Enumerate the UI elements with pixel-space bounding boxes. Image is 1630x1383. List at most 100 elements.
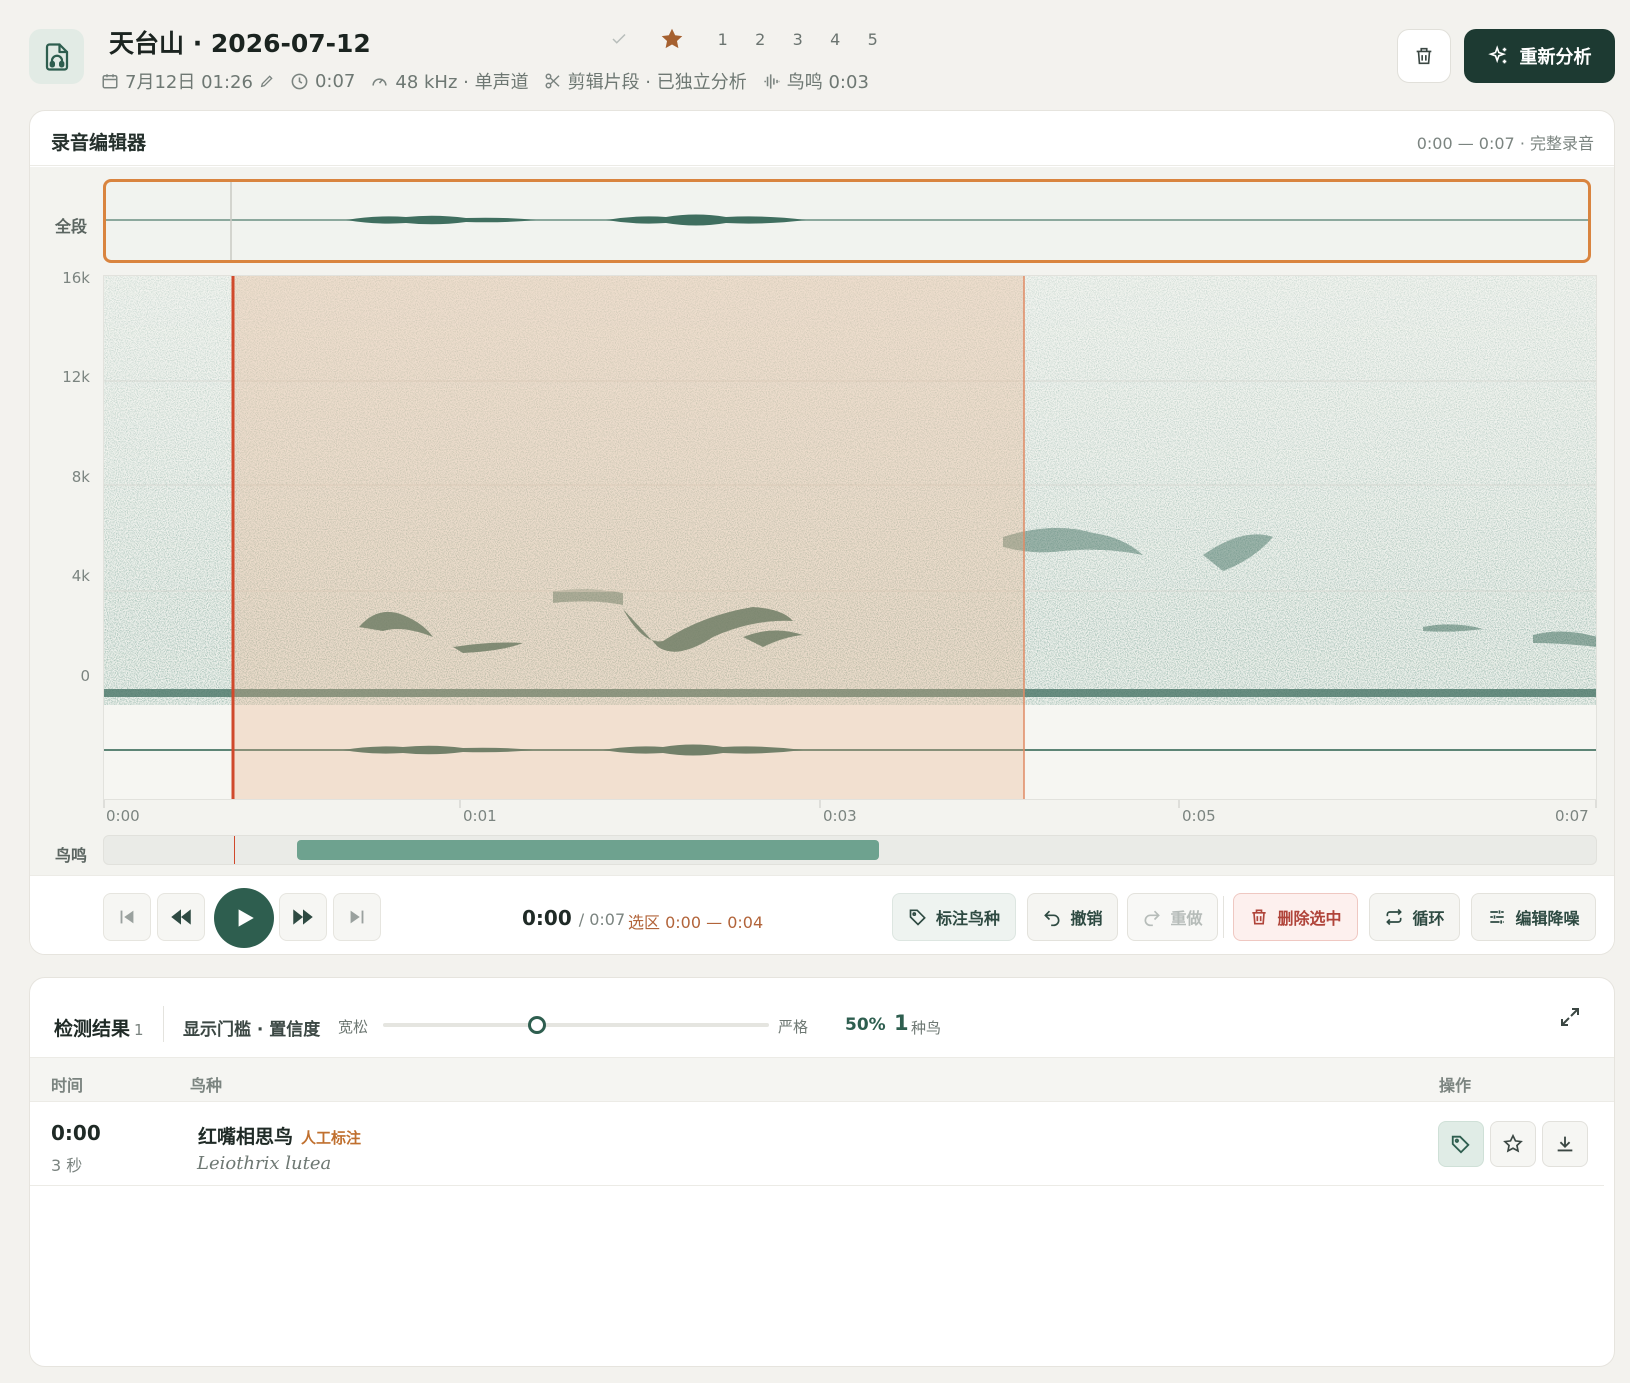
skip-start-button[interactable]	[103, 893, 151, 941]
detection-results: 检测结果 1 显示门槛 · 置信度 宽松 严格 50% 1 种鸟 时间 鸟种 操作…	[29, 977, 1615, 1367]
edit-denoise-label: 编辑降噪	[1515, 909, 1580, 928]
rewind-button[interactable]	[157, 893, 205, 941]
slider-knob[interactable]	[528, 1016, 547, 1034]
loop-label: 循环	[1412, 909, 1445, 928]
overview-wave-blob	[346, 215, 536, 225]
calendar-icon	[102, 74, 118, 89]
editor-range-info: 0:00 — 0:07 · 完整录音	[1416, 134, 1594, 153]
expand-icon[interactable]	[1558, 1005, 1582, 1029]
freq-label-4k: 4k	[71, 567, 90, 585]
rewind-icon	[171, 909, 191, 925]
confidence-slider[interactable]	[383, 1016, 769, 1034]
row-species-name: 红嘴相思鸟 人工标注	[198, 1122, 361, 1149]
recording-meta: 7月12日 01:26 0:07 48 kHz · 单声道 剪辑片段 · 已独立…	[101, 68, 869, 94]
time-label-2: 0:03	[823, 807, 857, 825]
clip-meta: 剪辑片段 · 已独立分析	[544, 68, 747, 94]
row-tag-button[interactable]	[1438, 1121, 1484, 1167]
time-label-3: 0:05	[1182, 807, 1216, 825]
spectrogram[interactable]	[103, 275, 1597, 800]
row-favorite-button[interactable]	[1490, 1121, 1536, 1167]
format-text: 48 kHz · 单声道	[395, 72, 529, 93]
check-icon[interactable]	[605, 30, 633, 48]
col-actions: 操作	[1439, 1076, 1472, 1095]
skip-end-icon	[350, 910, 364, 924]
current-time: 0:00	[522, 906, 572, 930]
results-title-text: 检测结果	[54, 1018, 131, 1040]
skip-end-button[interactable]	[333, 893, 381, 941]
species-unit: 种鸟	[911, 1019, 942, 1037]
redo-button[interactable]: 重做	[1127, 893, 1218, 941]
results-count: 1	[134, 1021, 144, 1039]
rating-bar: 1 2 3 4 5	[605, 26, 892, 52]
date-text: 7月12日 01:26	[125, 72, 253, 93]
reanalyze-button[interactable]: 重新分析	[1464, 29, 1615, 83]
fast-forward-button[interactable]	[279, 893, 327, 941]
recording-editor: 录音编辑器 0:00 — 0:07 · 完整录音 全段 16k 12k 8k 4…	[29, 110, 1615, 955]
threshold-percent: 50%	[845, 1015, 886, 1035]
rating-1[interactable]: 1	[704, 30, 742, 49]
undo-button[interactable]: 撤销	[1027, 893, 1118, 941]
rating-4[interactable]: 4	[817, 30, 855, 49]
gauge-icon	[372, 77, 387, 86]
col-time: 时间	[51, 1076, 84, 1095]
transport-bar: 0:00 / 0:07 选区 0:00 — 0:04 标注鸟种 撤销 重做 删除…	[30, 875, 1614, 954]
strict-label: 严格	[778, 1018, 809, 1036]
table-row[interactable]: 0:00 3 秒 红嘴相思鸟 人工标注 Leiothrix lutea	[30, 1102, 1604, 1186]
star-filled-icon[interactable]	[658, 26, 686, 52]
birdsong-track[interactable]	[103, 835, 1597, 865]
duration-text: 0:07	[314, 70, 356, 92]
delete-selection-button[interactable]: 删除选中	[1233, 893, 1358, 941]
overview-waveform[interactable]	[103, 179, 1591, 263]
redo-icon	[1145, 910, 1161, 927]
loop-button[interactable]: 循环	[1369, 893, 1460, 941]
scissors-icon	[545, 73, 560, 89]
manual-tag-badge: 人工标注	[301, 1129, 362, 1147]
freq-label-0: 0	[80, 667, 90, 685]
delete-recording-button[interactable]	[1397, 29, 1451, 83]
results-table-header: 时间 鸟种 操作	[30, 1057, 1614, 1102]
slider-rail[interactable]	[383, 1023, 769, 1027]
results-title: 检测结果 1	[54, 1014, 144, 1041]
tag-icon	[909, 909, 926, 926]
row-duration: 3 秒	[51, 1156, 83, 1175]
redo-label: 重做	[1170, 909, 1203, 928]
birdsong-track-label: 鸟鸣	[55, 846, 88, 865]
duration-meta: 0:07	[290, 71, 355, 92]
overview-wave-blob	[606, 214, 806, 226]
star-icon	[1503, 1133, 1523, 1153]
waveform-icon	[764, 73, 780, 89]
edit-pencil-icon[interactable]	[259, 73, 275, 89]
threshold-label: 显示门槛 · 置信度	[183, 1020, 321, 1040]
fast-forward-icon	[293, 909, 313, 925]
reanalyze-label: 重新分析	[1519, 47, 1592, 68]
rating-2[interactable]: 2	[742, 30, 780, 49]
toolbar-divider	[1223, 896, 1224, 938]
tag-species-button[interactable]: 标注鸟种	[892, 893, 1016, 941]
trash-icon	[1416, 47, 1432, 65]
rating-3[interactable]: 3	[779, 30, 817, 49]
page-title: 天台山 · 2026-07-12	[109, 29, 371, 58]
birdsong-meta: 鸟鸣 0:03	[762, 68, 869, 94]
tag-icon	[1451, 1135, 1470, 1154]
birdsong-text: 鸟鸣 0:03	[786, 72, 869, 93]
loop-icon	[1386, 908, 1403, 926]
results-divider	[163, 1006, 164, 1042]
play-button[interactable]	[214, 888, 274, 948]
row-time: 0:00	[51, 1121, 101, 1145]
time-label-4: 0:07	[1555, 807, 1589, 825]
freq-label-12k: 12k	[62, 368, 90, 386]
editor-header: 录音编辑器 0:00 — 0:07 · 完整录音	[30, 111, 1614, 166]
time-label-0: 0:00	[106, 807, 140, 825]
selection-range: 选区 0:00 — 0:04	[628, 913, 764, 932]
row-download-button[interactable]	[1542, 1121, 1588, 1167]
sparkle-icon	[1487, 45, 1506, 64]
edit-denoise-button[interactable]: 编辑降噪	[1471, 893, 1596, 941]
birdsong-segment[interactable]	[297, 840, 879, 860]
recording-icon	[29, 29, 84, 84]
freq-label-16k: 16k	[62, 269, 90, 287]
clip-text: 剪辑片段 · 已独立分析	[567, 72, 747, 93]
rating-5[interactable]: 5	[854, 30, 892, 49]
time-readout: 0:00 / 0:07	[522, 906, 625, 930]
undo-icon	[1044, 910, 1060, 927]
time-label-1: 0:01	[463, 807, 497, 825]
